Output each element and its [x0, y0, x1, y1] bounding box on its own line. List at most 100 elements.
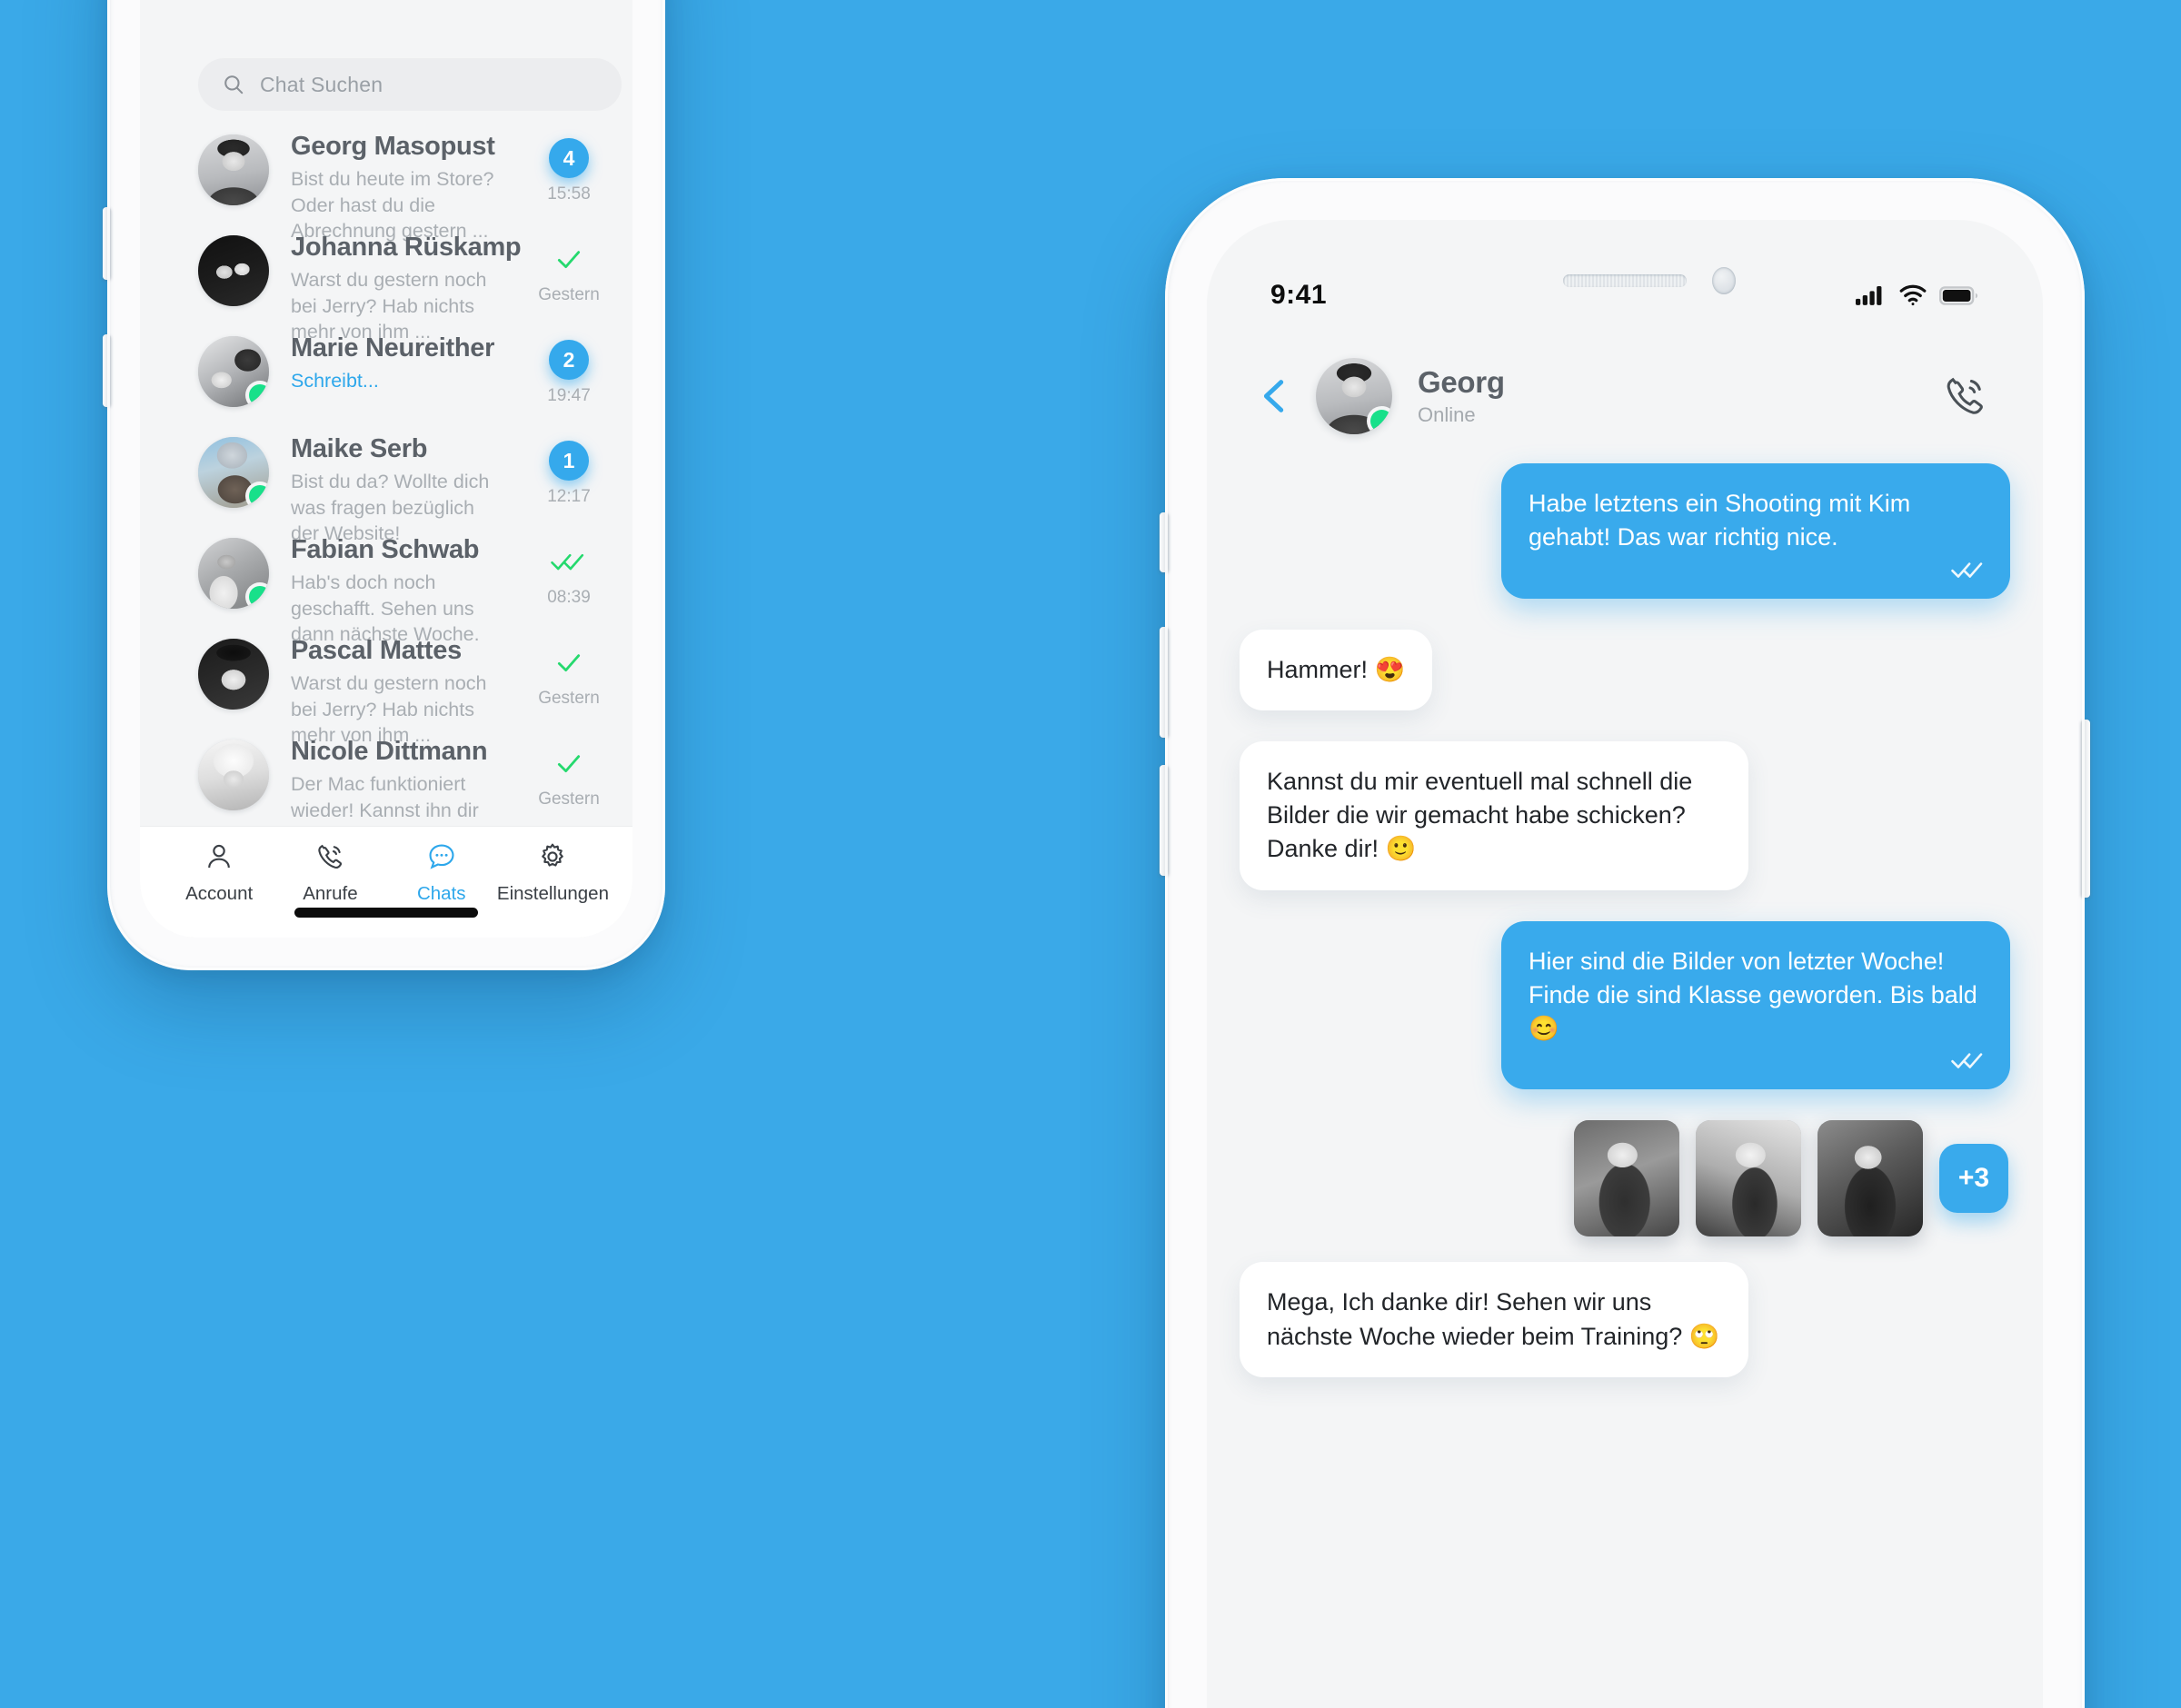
battery-icon — [1939, 285, 1979, 305]
photo-thumbnail[interactable] — [1696, 1120, 1801, 1237]
chat-row-meta: 08:39 — [525, 532, 612, 608]
mute-switch[interactable] — [1160, 512, 1169, 572]
phone-icon — [314, 839, 345, 874]
chat-row-main: Maike Serb Bist du da? Wollte dich was f… — [291, 432, 503, 546]
right-phone-device: 9:41 Georg Online Habe letztens ein Shoo… — [1160, 178, 2090, 1708]
status-bar: 9:41 — [1207, 271, 2043, 320]
unread-badge: 1 — [549, 441, 589, 481]
message-text: Hammer! 😍 — [1267, 655, 1406, 683]
chat-list[interactable]: Georg Masopust Bist du heute im Store? O… — [140, 129, 632, 847]
status-icons — [1856, 284, 1979, 306]
status-time: 9:41 — [1270, 280, 1328, 310]
list-item[interactable]: Kannst du mir eventuell mal schnell die … — [1240, 740, 2010, 890]
chat-time: 19:47 — [547, 386, 591, 405]
table-row[interactable]: Georg Masopust Bist du heute im Store? O… — [140, 129, 632, 242]
list-item[interactable]: Hier sind die Bilder von letzter Woche! … — [1240, 920, 2010, 1090]
chat-row-main: Fabian Schwab Hab's doch noch geschafft.… — [291, 532, 503, 647]
unread-badge: 2 — [549, 340, 589, 380]
chat-row-meta: Gestern — [525, 633, 612, 709]
volume-down-button[interactable] — [103, 334, 111, 407]
phone-call-icon[interactable] — [1941, 372, 1988, 420]
chat-name: Fabian Schwab — [291, 535, 480, 564]
avatar — [198, 235, 269, 306]
chat-row-meta: Gestern — [525, 734, 612, 809]
volume-down-button[interactable] — [1160, 765, 1169, 876]
search-placeholder: Chat Suchen — [260, 72, 383, 96]
list-item[interactable]: Hammer! 😍 — [1240, 629, 2010, 710]
online-status-dot — [249, 384, 269, 406]
photo-thumbnail[interactable] — [1818, 1120, 1923, 1237]
avatar — [198, 740, 269, 810]
chat-row-main: Johanna Rüskamp Warst du gestern noch be… — [291, 230, 522, 344]
message-bubble-incoming[interactable]: Hammer! 😍 — [1240, 629, 1433, 710]
chat-name: Johanna Rüskamp — [291, 233, 522, 262]
double-check-icon — [1950, 557, 1987, 582]
bottom-tab-bar: Account Anrufe Chats Einstellungen — [140, 826, 632, 938]
left-phone-device: Chat Suchen Georg Masopust Bist du heute… — [103, 0, 665, 970]
tab-chats-label: Chats — [416, 883, 466, 904]
list-item[interactable]: Mega, Ich danke dir! Sehen wir uns nächs… — [1240, 1262, 2010, 1377]
chat-time: Gestern — [538, 285, 600, 304]
tab-einstellungen-label: Einstellungen — [496, 883, 609, 904]
tab-account[interactable]: Account — [164, 839, 274, 938]
chat-row-meta: 4 15:58 — [525, 129, 612, 204]
avatar — [198, 639, 269, 710]
chat-time: Gestern — [538, 789, 600, 809]
back-button[interactable] — [1250, 375, 1300, 417]
message-bubble-outgoing[interactable]: Habe letztens ein Shooting mit Kim gehab… — [1501, 463, 2010, 599]
chat-time: 08:39 — [547, 588, 591, 607]
tab-chats[interactable]: Chats — [386, 839, 497, 938]
single-check-icon — [554, 642, 583, 682]
search-icon — [222, 73, 245, 96]
message-bubble-outgoing[interactable]: Hier sind die Bilder von letzter Woche! … — [1501, 920, 2010, 1090]
wifi-icon — [1898, 284, 1927, 306]
message-thread[interactable]: Habe letztens ein Shooting mit Kim gehab… — [1207, 463, 2043, 1708]
message-text: Hier sind die Bilder von letzter Woche! … — [1529, 947, 1977, 1043]
message-bubble-incoming[interactable]: Mega, Ich danke dir! Sehen wir uns nächs… — [1240, 1262, 1748, 1377]
image-attachment-row[interactable]: +3 — [1240, 1120, 2010, 1237]
double-check-icon — [1950, 1048, 1987, 1073]
chat-name: Maike Serb — [291, 434, 428, 463]
status-badge: Online — [1418, 403, 1476, 426]
message-text: Mega, Ich danke dir! Sehen wir uns nächs… — [1267, 1288, 1720, 1350]
table-row[interactable]: Marie Neureither Schreibt... 2 19:47 — [140, 331, 632, 432]
page-title: Georg — [1418, 365, 1505, 399]
avatar[interactable] — [1316, 358, 1392, 434]
chat-time: 12:17 — [547, 487, 591, 506]
table-row[interactable]: Johanna Rüskamp Warst du gestern noch be… — [140, 230, 632, 343]
double-check-icon — [550, 541, 588, 581]
right-phone-screen: 9:41 Georg Online Habe letztens ein Shoo… — [1207, 220, 2043, 1708]
chat-bubble-icon — [426, 839, 457, 874]
chat-name: Marie Neureither — [291, 333, 495, 362]
chat-row-main: Marie Neureither Schreibt... — [291, 331, 503, 394]
more-photos-badge[interactable]: +3 — [1939, 1144, 2008, 1214]
chat-row-main: Georg Masopust Bist du heute im Store? O… — [291, 129, 503, 243]
tab-einstellungen[interactable]: Einstellungen — [497, 839, 609, 938]
scene-root: Chat Suchen Georg Masopust Bist du heute… — [0, 0, 2181, 1708]
table-row[interactable]: Pascal Mattes Warst du gestern noch bei … — [140, 633, 632, 746]
search-input[interactable]: Chat Suchen — [198, 58, 622, 111]
volume-up-button[interactable] — [1160, 627, 1169, 738]
chat-time: Gestern — [538, 689, 600, 708]
person-icon — [204, 839, 234, 874]
online-status-dot — [1370, 410, 1392, 432]
online-status-dot — [249, 586, 269, 608]
power-button[interactable] — [2081, 720, 2090, 898]
table-row[interactable]: Nicole Dittmann Der Mac funktioniert wie… — [140, 734, 632, 847]
gear-icon — [537, 839, 568, 874]
table-row[interactable]: Fabian Schwab Hab's doch noch geschafft.… — [140, 532, 632, 645]
online-status-dot — [249, 485, 269, 507]
volume-up-button[interactable] — [103, 207, 111, 280]
list-item[interactable]: Habe letztens ein Shooting mit Kim gehab… — [1240, 463, 2010, 599]
table-row[interactable]: Maike Serb Bist du da? Wollte dich was f… — [140, 432, 632, 544]
message-bubble-incoming[interactable]: Kannst du mir eventuell mal schnell die … — [1240, 740, 1748, 890]
avatar — [198, 336, 269, 407]
avatar — [198, 437, 269, 508]
photo-thumbnail[interactable] — [1574, 1120, 1679, 1237]
chat-name: Nicole Dittmann — [291, 737, 488, 766]
chat-preview-typing: Schreibt... — [291, 370, 379, 392]
home-indicator[interactable] — [294, 908, 478, 918]
tab-anrufe[interactable]: Anrufe — [274, 839, 385, 938]
chat-row-meta: 1 12:17 — [525, 432, 612, 507]
avatar — [198, 134, 269, 205]
